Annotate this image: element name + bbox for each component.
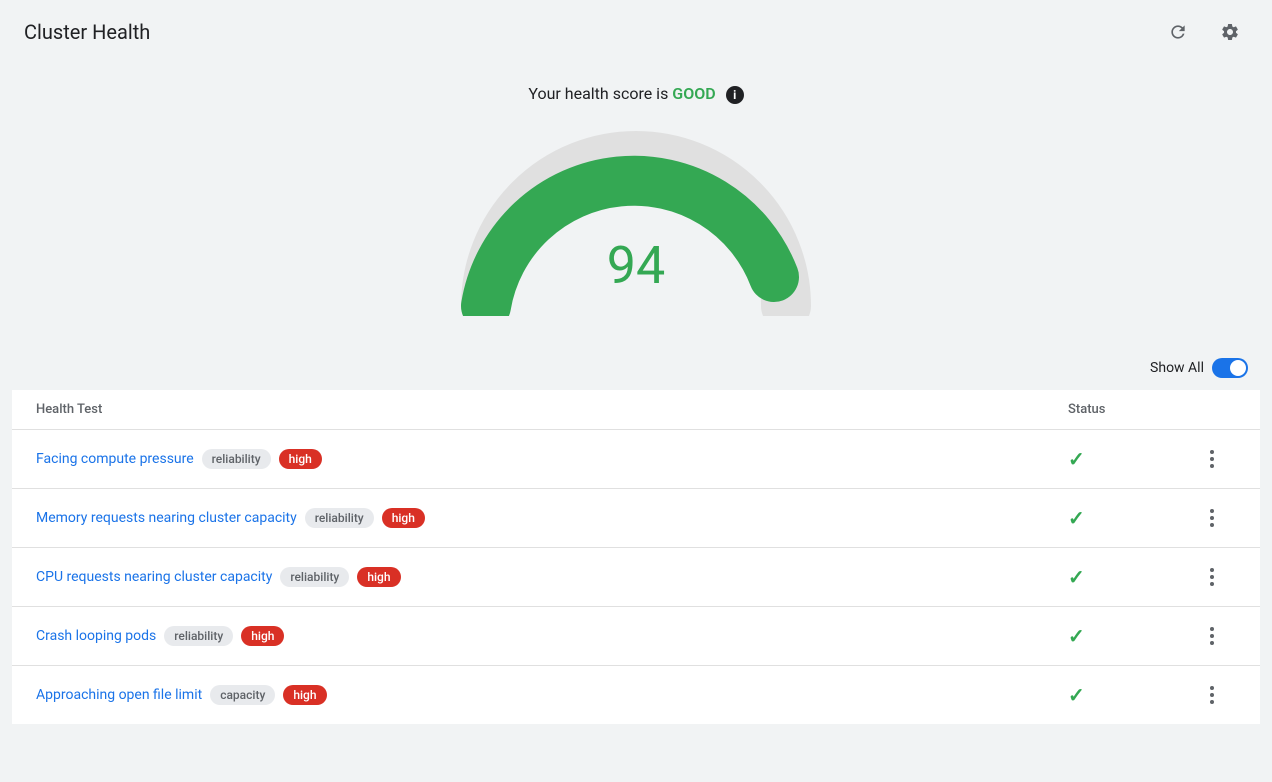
row-menu-cell	[1188, 446, 1236, 472]
more-options-button[interactable]	[1202, 564, 1222, 590]
row-test-cell: Crash looping pods reliability high	[36, 626, 1068, 646]
check-icon: ✓	[1068, 565, 1085, 589]
test-name-link[interactable]: Facing compute pressure	[36, 451, 194, 467]
row-status-cell: ✓	[1068, 506, 1188, 530]
page-title: Cluster Health	[24, 20, 150, 44]
category-badge: reliability	[164, 626, 233, 646]
show-all-row: Show All	[0, 346, 1272, 390]
category-badge: capacity	[210, 685, 275, 705]
dot	[1210, 516, 1214, 520]
info-icon[interactable]: i	[726, 86, 744, 104]
check-icon: ✓	[1068, 506, 1085, 530]
more-options-button[interactable]	[1202, 446, 1222, 472]
test-name-link[interactable]: Crash looping pods	[36, 628, 156, 644]
test-name-link[interactable]: Approaching open file limit	[36, 687, 202, 703]
refresh-button[interactable]	[1160, 14, 1196, 50]
dot	[1210, 627, 1214, 631]
dot	[1210, 641, 1214, 645]
table-row: Crash looping pods reliability high ✓	[12, 607, 1260, 666]
row-status-cell: ✓	[1068, 624, 1188, 648]
gauge-score: 94	[607, 235, 665, 296]
gauge-container: 94	[446, 116, 826, 316]
category-badge: reliability	[305, 508, 374, 528]
test-name-link[interactable]: Memory requests nearing cluster capacity	[36, 510, 297, 526]
row-status-cell: ✓	[1068, 447, 1188, 471]
severity-badge: high	[283, 685, 326, 705]
check-icon: ✓	[1068, 683, 1085, 707]
dot	[1210, 686, 1214, 690]
test-name-link[interactable]: CPU requests nearing cluster capacity	[36, 569, 272, 585]
dot	[1210, 450, 1214, 454]
dot	[1210, 509, 1214, 513]
show-all-toggle[interactable]	[1212, 358, 1248, 378]
row-test-cell: Memory requests nearing cluster capacity…	[36, 508, 1068, 528]
row-menu-cell	[1188, 564, 1236, 590]
row-status-cell: ✓	[1068, 683, 1188, 707]
dot	[1210, 523, 1214, 527]
check-icon: ✓	[1068, 447, 1085, 471]
dot	[1210, 464, 1214, 468]
settings-button[interactable]	[1212, 14, 1248, 50]
row-test-cell: CPU requests nearing cluster capacity re…	[36, 567, 1068, 587]
show-all-label: Show All	[1150, 360, 1204, 376]
dot	[1210, 568, 1214, 572]
category-badge: reliability	[280, 567, 349, 587]
table-row: CPU requests nearing cluster capacity re…	[12, 548, 1260, 607]
row-status-cell: ✓	[1068, 565, 1188, 589]
more-options-button[interactable]	[1202, 505, 1222, 531]
dot	[1210, 700, 1214, 704]
dot	[1210, 575, 1214, 579]
table-header: Health Test Status	[12, 390, 1260, 430]
score-label: Your health score is GOOD i	[528, 84, 743, 104]
dot	[1210, 634, 1214, 638]
more-options-button[interactable]	[1202, 682, 1222, 708]
dot	[1210, 457, 1214, 461]
severity-badge: high	[241, 626, 284, 646]
header-icons	[1160, 14, 1248, 50]
col-test-header: Health Test	[36, 402, 1068, 417]
health-table: Health Test Status Facing compute pressu…	[12, 390, 1260, 724]
more-options-button[interactable]	[1202, 623, 1222, 649]
row-menu-cell	[1188, 682, 1236, 708]
refresh-icon	[1168, 22, 1188, 42]
score-section: Your health score is GOOD i 94	[0, 64, 1272, 346]
header: Cluster Health	[0, 0, 1272, 64]
row-menu-cell	[1188, 623, 1236, 649]
severity-badge: high	[279, 449, 322, 469]
row-test-cell: Facing compute pressure reliability high	[36, 449, 1068, 469]
dot	[1210, 693, 1214, 697]
table-row: Approaching open file limit capacity hig…	[12, 666, 1260, 724]
check-icon: ✓	[1068, 624, 1085, 648]
category-badge: reliability	[202, 449, 271, 469]
dot	[1210, 582, 1214, 586]
severity-badge: high	[357, 567, 400, 587]
settings-icon	[1220, 22, 1240, 42]
score-status: GOOD	[672, 84, 715, 103]
row-menu-cell	[1188, 505, 1236, 531]
col-status-header: Status	[1068, 402, 1188, 417]
table-row: Memory requests nearing cluster capacity…	[12, 489, 1260, 548]
table-row: Facing compute pressure reliability high…	[12, 430, 1260, 489]
severity-badge: high	[382, 508, 425, 528]
score-label-prefix: Your health score is	[528, 84, 668, 103]
row-test-cell: Approaching open file limit capacity hig…	[36, 685, 1068, 705]
